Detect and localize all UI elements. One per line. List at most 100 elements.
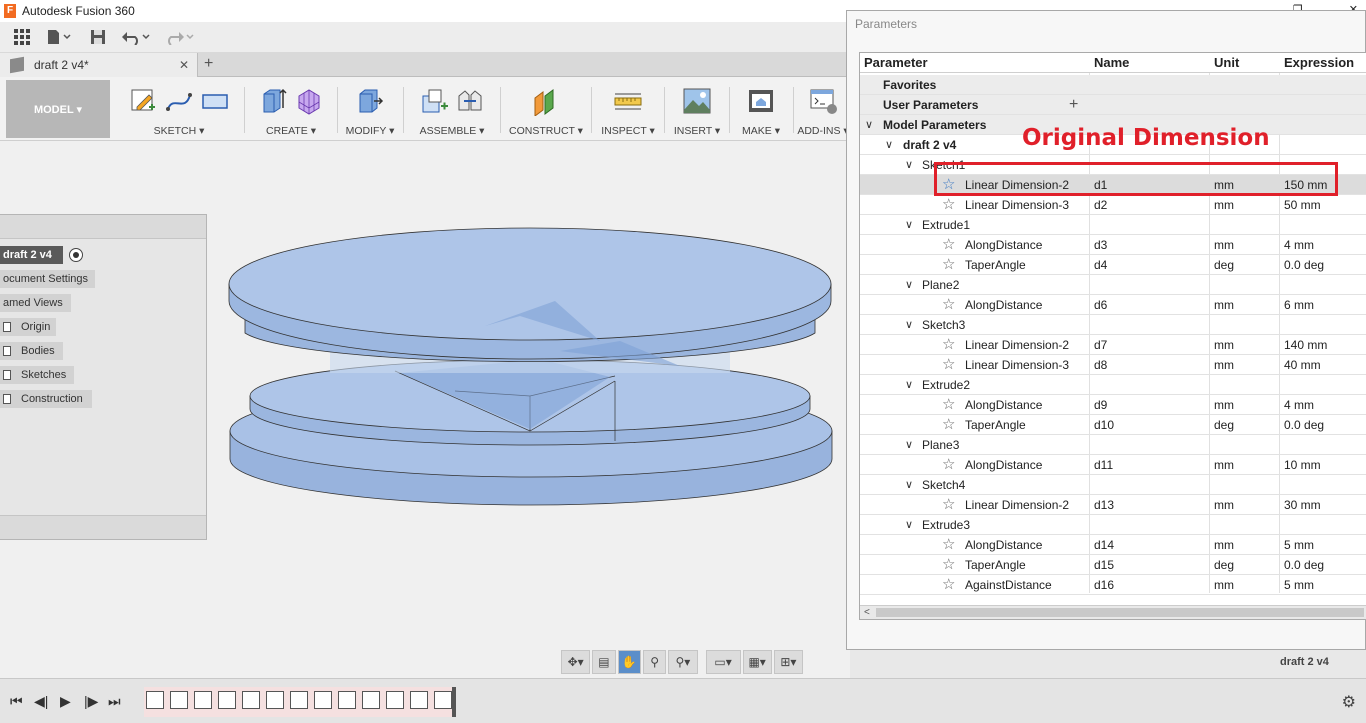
gear-icon[interactable]: ⚙ xyxy=(1342,692,1356,712)
chevron-down-icon[interactable]: ∨ xyxy=(905,475,913,495)
create-sketch-button[interactable] xyxy=(128,86,158,116)
column-header-parameter[interactable]: Parameter xyxy=(864,53,928,73)
chevron-down-icon[interactable]: ∨ xyxy=(905,435,913,455)
chevron-down-icon[interactable]: ∨ xyxy=(905,275,913,295)
chevron-down-icon[interactable]: ∨ xyxy=(905,155,913,175)
feature-row[interactable]: ∨ Plane3 xyxy=(860,435,1366,455)
visibility-checkbox[interactable] xyxy=(3,370,11,380)
timeline-feature-fillet-icon[interactable] xyxy=(338,691,356,709)
feature-row[interactable]: ∨ Sketch3 xyxy=(860,315,1366,335)
timeline-feature-extrude-icon[interactable] xyxy=(170,691,188,709)
parameter-row[interactable]: ☆ TaperAngle d10 deg 0.0 deg xyxy=(860,415,1366,435)
parameter-expression[interactable]: 50 mm xyxy=(1284,195,1321,215)
parameter-expression[interactable]: 0.0 deg xyxy=(1284,255,1324,275)
inspect-group-label[interactable]: INSPECT ▾ xyxy=(596,125,660,137)
chevron-down-icon[interactable]: ∨ xyxy=(865,115,873,135)
favorite-star-icon[interactable]: ☆ xyxy=(942,257,955,273)
browser-item-construction[interactable]: Construction xyxy=(0,390,92,408)
parameter-row[interactable]: ☆ AlongDistance d9 mm 4 mm xyxy=(860,395,1366,415)
parameter-expression[interactable]: 140 mm xyxy=(1284,335,1327,355)
favorite-star-icon[interactable]: ☆ xyxy=(942,577,955,593)
assemble-group-label[interactable]: ASSEMBLE ▾ xyxy=(406,125,498,137)
joint-button[interactable] xyxy=(455,86,485,116)
timeline-feature-sketch-icon[interactable] xyxy=(218,691,236,709)
chevron-down-icon[interactable]: ∨ xyxy=(905,375,913,395)
favorite-star-icon[interactable]: ☆ xyxy=(942,197,955,213)
parameter-expression[interactable]: 6 mm xyxy=(1284,295,1314,315)
redo-button[interactable] xyxy=(160,25,200,49)
timeline-feature-plane-icon[interactable] xyxy=(266,691,284,709)
3d-print-button[interactable] xyxy=(746,86,776,116)
browser-item-bodies[interactable]: Bodies xyxy=(0,342,63,360)
parameter-row[interactable]: ☆ Linear Dimension-2 d13 mm 30 mm xyxy=(860,495,1366,515)
chevron-down-icon[interactable]: ∨ xyxy=(885,135,893,155)
parameter-expression[interactable]: 4 mm xyxy=(1284,395,1314,415)
data-panel-button[interactable] xyxy=(8,25,36,49)
measure-button[interactable] xyxy=(613,86,643,116)
file-menu-button[interactable] xyxy=(40,25,80,49)
pan-button[interactable]: ✋ xyxy=(617,650,641,674)
parameter-row[interactable]: ☆ Linear Dimension-3 d2 mm 50 mm xyxy=(860,195,1366,215)
column-header-unit[interactable]: Unit xyxy=(1214,53,1239,73)
visibility-checkbox[interactable] xyxy=(3,346,11,356)
parameter-row[interactable]: ☆ AlongDistance d14 mm 5 mm xyxy=(860,535,1366,555)
timeline-feature-fillet-icon[interactable] xyxy=(434,691,452,709)
timeline-feature-extrude-icon[interactable] xyxy=(242,691,260,709)
timeline-feature-extrude-icon[interactable] xyxy=(314,691,332,709)
browser-item-document-settings[interactable]: ocument Settings xyxy=(0,270,95,288)
workspace-switcher[interactable]: MODEL ▾ xyxy=(6,80,110,138)
step-forward-button[interactable]: |▶ xyxy=(84,693,98,710)
visibility-checkbox[interactable] xyxy=(3,322,11,332)
browser-item-origin[interactable]: Origin xyxy=(0,318,56,336)
timeline-marker[interactable] xyxy=(452,687,456,717)
make-group-label[interactable]: MAKE ▾ xyxy=(732,125,790,137)
modify-group-label[interactable]: MODIFY ▾ xyxy=(340,125,400,137)
document-tab[interactable]: draft 2 v4* ✕ xyxy=(0,53,198,77)
browser-item-named-views[interactable]: amed Views xyxy=(0,294,71,312)
save-button[interactable] xyxy=(84,25,112,49)
browser-item-sketches[interactable]: Sketches xyxy=(0,366,74,384)
step-back-button[interactable]: ◀| xyxy=(34,693,48,710)
timeline-strip[interactable] xyxy=(144,687,454,717)
insert-image-button[interactable] xyxy=(682,86,712,116)
look-at-button[interactable]: ▤ xyxy=(592,650,616,674)
insert-group-label[interactable]: INSERT ▾ xyxy=(668,125,726,137)
press-pull-button[interactable] xyxy=(355,86,385,116)
new-tab-button[interactable]: + xyxy=(204,55,213,73)
timeline-feature-sketch-icon[interactable] xyxy=(290,691,308,709)
grid-settings-button[interactable]: ▦▾ xyxy=(742,650,772,674)
parameter-row[interactable]: ☆ TaperAngle d15 deg 0.0 deg xyxy=(860,555,1366,575)
parameter-expression[interactable]: 5 mm xyxy=(1284,575,1314,595)
display-settings-button[interactable]: ▭▾ xyxy=(705,650,741,674)
parameter-expression[interactable]: 10 mm xyxy=(1284,455,1321,475)
feature-row[interactable]: ∨ Extrude2 xyxy=(860,375,1366,395)
browser-header[interactable] xyxy=(0,215,206,239)
new-component-button[interactable] xyxy=(419,86,449,116)
add-ins-group-label[interactable]: ADD-INS ▾ xyxy=(796,125,850,137)
viewports-button[interactable]: ⊞▾ xyxy=(773,650,803,674)
favorite-star-icon[interactable]: ☆ xyxy=(942,537,955,553)
3d-canvas[interactable]: draft 2 v4 ocument Settings amed Views O… xyxy=(0,141,850,678)
visibility-checkbox[interactable] xyxy=(3,394,11,404)
favorite-star-icon[interactable]: ☆ xyxy=(942,337,955,353)
go-to-end-button[interactable]: ⏭ xyxy=(108,693,121,710)
feature-row[interactable]: ∨ Extrude1 xyxy=(860,215,1366,235)
activate-radio-icon[interactable] xyxy=(69,248,83,262)
parameter-expression[interactable]: 40 mm xyxy=(1284,355,1321,375)
sketch-group-label[interactable]: SKETCH ▾ xyxy=(116,125,242,137)
create-group-label[interactable]: CREATE ▾ xyxy=(248,125,334,137)
favorite-star-icon[interactable]: ☆ xyxy=(942,557,955,573)
go-to-start-button[interactable]: ⏮ xyxy=(10,693,23,710)
parameter-row[interactable]: ☆ AlongDistance d6 mm 6 mm xyxy=(860,295,1366,315)
undo-button[interactable] xyxy=(116,25,156,49)
horizontal-scrollbar[interactable]: < xyxy=(860,605,1366,619)
favorite-star-icon[interactable]: ☆ xyxy=(942,457,955,473)
scroll-left-icon[interactable]: < xyxy=(864,606,870,619)
scripts-button[interactable] xyxy=(808,86,838,116)
timeline-feature-fillet-icon[interactable] xyxy=(386,691,404,709)
parameter-row[interactable]: ☆ Linear Dimension-2 d7 mm 140 mm xyxy=(860,335,1366,355)
parameter-expression[interactable]: 0.0 deg xyxy=(1284,555,1324,575)
feature-row[interactable]: ∨ Plane2 xyxy=(860,275,1366,295)
timeline-feature-fillet-icon[interactable] xyxy=(362,691,380,709)
column-header-name[interactable]: Name xyxy=(1094,53,1129,73)
